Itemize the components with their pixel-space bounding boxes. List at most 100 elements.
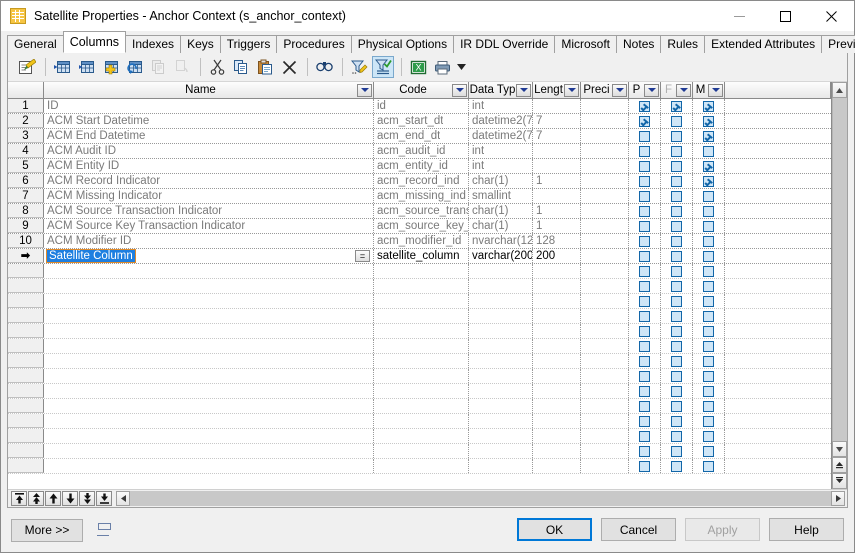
tab-notes[interactable]: Notes — [616, 35, 662, 53]
ok-button[interactable]: OK — [517, 518, 592, 541]
cell-name[interactable]: Satellite Column = — [44, 249, 374, 263]
cell-precision[interactable] — [581, 369, 629, 383]
cell-primary-checkbox[interactable] — [639, 385, 650, 397]
cell-mandatory[interactable] — [693, 219, 725, 233]
cell-length[interactable] — [533, 144, 581, 158]
cell-mandatory[interactable] — [693, 249, 725, 263]
cell-mandatory[interactable] — [693, 279, 725, 293]
cell-primary-checkbox[interactable] — [639, 445, 650, 457]
cell-mandatory-checkbox[interactable] — [703, 235, 714, 247]
cell-length[interactable] — [533, 399, 581, 413]
cell-foreign-checkbox[interactable] — [671, 175, 682, 187]
table-row-empty[interactable] — [8, 279, 831, 294]
cell-data-type[interactable] — [469, 324, 533, 338]
table-row[interactable]: 10 ACM Modifier ID acm_modifier_id nvarchar… — [8, 234, 831, 249]
cell-primary[interactable] — [629, 294, 661, 308]
help-button[interactable]: Help — [769, 518, 844, 541]
cell-primary-checkbox[interactable] — [639, 190, 650, 202]
cell-mandatory[interactable] — [693, 399, 725, 413]
table-row-empty[interactable] — [8, 429, 831, 444]
cell-code[interactable] — [374, 384, 469, 398]
cell-foreign[interactable] — [661, 354, 693, 368]
cell-code[interactable] — [374, 414, 469, 428]
cell-foreign[interactable] — [661, 174, 693, 188]
cell-foreign-checkbox[interactable] — [671, 115, 682, 127]
cell-data-type[interactable] — [469, 369, 533, 383]
cell-foreign[interactable] — [661, 459, 693, 473]
cell-precision[interactable] — [581, 324, 629, 338]
cell-primary[interactable] — [629, 279, 661, 293]
cell-mandatory[interactable] — [693, 99, 725, 113]
cell-primary-checkbox[interactable] — [639, 145, 650, 157]
cell-name[interactable] — [44, 384, 374, 398]
column-header-name[interactable]: Name — [44, 82, 374, 98]
cell-length[interactable]: 200 — [533, 249, 581, 263]
cell-length[interactable] — [533, 294, 581, 308]
cell-name[interactable] — [44, 264, 374, 278]
cell-code[interactable] — [374, 429, 469, 443]
cell-data-type[interactable] — [469, 279, 533, 293]
move-up-fast-button[interactable] — [28, 491, 44, 506]
cell-primary[interactable] — [629, 114, 661, 128]
row-selector[interactable]: 6 — [8, 174, 44, 188]
table-row[interactable]: 6 ACM Record Indicator acm_record_ind char(… — [8, 174, 831, 189]
tab-physical-options[interactable]: Physical Options — [350, 35, 455, 53]
cell-code[interactable] — [374, 294, 469, 308]
cell-foreign-checkbox[interactable] — [671, 415, 682, 427]
cell-data-type[interactable] — [469, 264, 533, 278]
cell-foreign[interactable] — [661, 264, 693, 278]
cell-foreign-checkbox[interactable] — [671, 190, 682, 202]
cell-data-type[interactable] — [469, 339, 533, 353]
cell-data-type[interactable] — [469, 459, 533, 473]
cell-code[interactable]: acm_source_key_tr — [374, 219, 469, 233]
cell-length[interactable] — [533, 414, 581, 428]
table-row-empty[interactable] — [8, 384, 831, 399]
cell-primary[interactable] — [629, 354, 661, 368]
cell-mandatory-checkbox[interactable] — [703, 265, 714, 277]
cell-precision[interactable] — [581, 429, 629, 443]
cell-foreign-checkbox[interactable] — [671, 220, 682, 232]
table-row-empty[interactable] — [8, 414, 831, 429]
cell-foreign-checkbox[interactable] — [671, 355, 682, 367]
cell-name[interactable]: ID — [44, 99, 374, 113]
cell-length[interactable]: 1 — [533, 174, 581, 188]
cell-primary[interactable] — [629, 99, 661, 113]
cell-foreign[interactable] — [661, 279, 693, 293]
cell-mandatory[interactable] — [693, 174, 725, 188]
cell-foreign-checkbox[interactable] — [671, 325, 682, 337]
cell-primary-checkbox[interactable] — [639, 265, 650, 277]
row-selector[interactable] — [8, 309, 44, 323]
horizontal-scrollbar[interactable] — [116, 491, 845, 506]
tab-indexes[interactable]: Indexes — [125, 35, 182, 53]
cell-foreign[interactable] — [661, 234, 693, 248]
cell-precision[interactable] — [581, 159, 629, 173]
cell-mandatory-checkbox[interactable] — [703, 130, 714, 142]
table-row-empty[interactable] — [8, 324, 831, 339]
cell-length[interactable] — [533, 384, 581, 398]
cell-mandatory[interactable] — [693, 294, 725, 308]
cell-name[interactable] — [44, 324, 374, 338]
cell-precision[interactable] — [581, 189, 629, 203]
cell-primary-checkbox[interactable] — [639, 325, 650, 337]
add-row-icon[interactable] — [75, 56, 97, 78]
cell-name[interactable]: ACM Start Datetime — [44, 114, 374, 128]
row-selector[interactable]: 10 — [8, 234, 44, 248]
cell-name[interactable]: ACM End Datetime — [44, 129, 374, 143]
cell-precision[interactable] — [581, 249, 629, 263]
tab-columns[interactable]: Columns — [62, 31, 127, 53]
column-filter-f-chevron-down-icon[interactable] — [676, 83, 691, 97]
cell-primary-checkbox[interactable] — [639, 400, 650, 412]
cell-mandatory[interactable] — [693, 414, 725, 428]
row-selector[interactable]: 3 — [8, 129, 44, 143]
cell-precision[interactable] — [581, 129, 629, 143]
move-up-button[interactable] — [45, 491, 61, 506]
cell-primary-checkbox[interactable] — [639, 220, 650, 232]
hscroll-right-button[interactable] — [831, 491, 845, 506]
cell-precision[interactable] — [581, 294, 629, 308]
column-header-code[interactable]: Code — [374, 82, 469, 98]
cell-mandatory[interactable] — [693, 114, 725, 128]
cell-precision[interactable] — [581, 234, 629, 248]
cell-data-type[interactable]: char(1) — [469, 204, 533, 218]
cell-foreign[interactable] — [661, 249, 693, 263]
cell-mandatory[interactable] — [693, 234, 725, 248]
